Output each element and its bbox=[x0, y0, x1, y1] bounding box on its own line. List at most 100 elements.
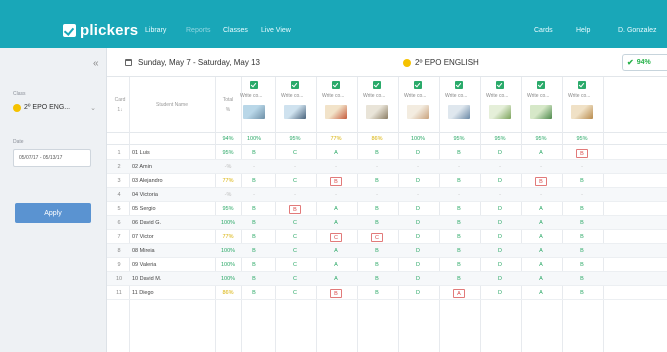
answer-cell[interactable]: C bbox=[371, 233, 383, 242]
answer-cell[interactable]: D bbox=[494, 275, 506, 284]
answer-cell[interactable]: A bbox=[330, 149, 342, 158]
student-name[interactable]: 02 Amin bbox=[132, 164, 152, 170]
answer-cell[interactable]: C bbox=[289, 275, 301, 284]
answer-cell[interactable]: B bbox=[576, 219, 588, 228]
student-name[interactable]: 04 Victoria bbox=[132, 192, 158, 198]
answer-cell[interactable]: B bbox=[289, 205, 301, 214]
table-row[interactable]: 6 06 David G. 100% B C A B D B D A B bbox=[107, 216, 667, 230]
answer-cell[interactable]: B bbox=[248, 219, 260, 228]
answer-cell[interactable]: D bbox=[494, 247, 506, 256]
answer-cell[interactable]: C bbox=[289, 233, 301, 242]
question-title[interactable]: Write co... bbox=[445, 93, 467, 99]
student-name[interactable]: 11 Diego bbox=[132, 290, 154, 296]
answer-cell[interactable]: - bbox=[330, 163, 342, 172]
question-selected-checkbox[interactable] bbox=[496, 81, 504, 89]
answer-cell[interactable]: B bbox=[330, 289, 342, 298]
student-name[interactable]: 08 Mireia bbox=[132, 248, 155, 254]
student-name[interactable]: 01 Luis bbox=[132, 150, 150, 156]
answer-cell[interactable]: B bbox=[248, 261, 260, 270]
answer-cell[interactable]: B bbox=[248, 149, 260, 158]
question-title[interactable]: Write co... bbox=[527, 93, 549, 99]
answer-cell[interactable]: - bbox=[371, 163, 383, 172]
answer-cell[interactable]: C bbox=[289, 247, 301, 256]
student-name[interactable]: 06 David G. bbox=[132, 220, 161, 226]
answer-cell[interactable]: D bbox=[412, 149, 424, 158]
question-image-thumbnail[interactable] bbox=[366, 105, 388, 119]
chevron-double-left-icon[interactable]: « bbox=[93, 58, 99, 69]
student-name[interactable]: 05 Sergio bbox=[132, 206, 156, 212]
question-title[interactable]: Write co... bbox=[404, 93, 426, 99]
question-image-thumbnail[interactable] bbox=[407, 105, 429, 119]
nav-reports[interactable]: Reports bbox=[186, 27, 211, 34]
answer-cell[interactable]: B bbox=[453, 219, 465, 228]
question-selected-checkbox[interactable] bbox=[414, 81, 422, 89]
answer-cell[interactable]: D bbox=[494, 205, 506, 214]
answer-cell[interactable]: B bbox=[453, 149, 465, 158]
table-row[interactable]: 10 10 David M. 100% B C A B D B D A B bbox=[107, 272, 667, 286]
answer-cell[interactable]: A bbox=[535, 219, 547, 228]
answer-cell[interactable]: - bbox=[412, 163, 424, 172]
answer-cell[interactable]: C bbox=[289, 219, 301, 228]
answer-cell[interactable]: D bbox=[412, 219, 424, 228]
answer-cell[interactable]: D bbox=[494, 289, 506, 298]
question-selected-checkbox[interactable] bbox=[455, 81, 463, 89]
student-name[interactable]: 03 Alejandro bbox=[132, 178, 163, 184]
question-selected-checkbox[interactable] bbox=[373, 81, 381, 89]
answer-cell[interactable]: C bbox=[289, 177, 301, 186]
answer-cell[interactable]: A bbox=[535, 233, 547, 242]
answer-cell[interactable]: B bbox=[576, 149, 588, 158]
answer-cell[interactable]: B bbox=[248, 289, 260, 298]
answer-cell[interactable]: A bbox=[535, 149, 547, 158]
answer-cell[interactable]: A bbox=[535, 275, 547, 284]
answer-cell[interactable]: B bbox=[453, 247, 465, 256]
answer-cell[interactable]: B bbox=[371, 149, 383, 158]
question-image-thumbnail[interactable] bbox=[530, 105, 552, 119]
answer-cell[interactable]: A bbox=[535, 261, 547, 270]
answer-cell[interactable]: A bbox=[453, 289, 465, 298]
answer-cell[interactable]: B bbox=[576, 247, 588, 256]
question-selected-checkbox[interactable] bbox=[250, 81, 258, 89]
answer-cell[interactable]: C bbox=[330, 233, 342, 242]
nav-help[interactable]: Help bbox=[576, 27, 590, 34]
answer-cell[interactable]: D bbox=[412, 289, 424, 298]
question-selected-checkbox[interactable] bbox=[291, 81, 299, 89]
answer-cell[interactable]: B bbox=[453, 275, 465, 284]
answer-cell[interactable]: B bbox=[371, 205, 383, 214]
question-selected-checkbox[interactable] bbox=[537, 81, 545, 89]
answer-cell[interactable]: A bbox=[330, 205, 342, 214]
answer-cell[interactable]: B bbox=[371, 275, 383, 284]
answer-cell[interactable]: B bbox=[248, 205, 260, 214]
card-header[interactable]: Card bbox=[114, 97, 126, 103]
answer-cell[interactable]: - bbox=[248, 163, 260, 172]
question-selected-checkbox[interactable] bbox=[578, 81, 586, 89]
answer-cell[interactable]: B bbox=[453, 233, 465, 242]
question-title[interactable]: Write co... bbox=[568, 93, 590, 99]
answer-cell[interactable]: C bbox=[289, 289, 301, 298]
student-name[interactable]: 09 Valeria bbox=[132, 262, 156, 268]
answer-cell[interactable]: - bbox=[330, 191, 342, 200]
answer-cell[interactable]: B bbox=[371, 247, 383, 256]
answer-cell[interactable]: - bbox=[494, 163, 506, 172]
answer-cell[interactable]: B bbox=[248, 233, 260, 242]
answer-cell[interactable]: - bbox=[576, 191, 588, 200]
answer-cell[interactable]: B bbox=[330, 177, 342, 186]
table-row[interactable]: 2 02 Amin -% - - - - - - - - - bbox=[107, 160, 667, 174]
apply-button[interactable]: Apply bbox=[15, 203, 91, 223]
answer-cell[interactable]: D bbox=[494, 233, 506, 242]
answer-cell[interactable]: B bbox=[453, 261, 465, 270]
class-select[interactable]: 2º EPO ENG... ⌄ bbox=[13, 101, 96, 114]
answer-cell[interactable]: B bbox=[453, 205, 465, 214]
answer-cell[interactable]: B bbox=[248, 177, 260, 186]
answer-cell[interactable]: - bbox=[289, 163, 301, 172]
answer-cell[interactable]: B bbox=[248, 247, 260, 256]
table-row[interactable]: 11 11 Diego 86% B C B B D A D A B bbox=[107, 286, 667, 300]
answer-cell[interactable]: D bbox=[412, 205, 424, 214]
answer-cell[interactable]: B bbox=[248, 275, 260, 284]
table-row[interactable]: 8 08 Mireia 100% B C A B D B D A B bbox=[107, 244, 667, 258]
answer-cell[interactable]: D bbox=[494, 219, 506, 228]
total-header[interactable]: Total bbox=[219, 97, 237, 103]
answer-cell[interactable]: - bbox=[248, 191, 260, 200]
answer-cell[interactable]: A bbox=[535, 247, 547, 256]
answer-cell[interactable]: - bbox=[535, 191, 547, 200]
answer-cell[interactable]: A bbox=[330, 219, 342, 228]
